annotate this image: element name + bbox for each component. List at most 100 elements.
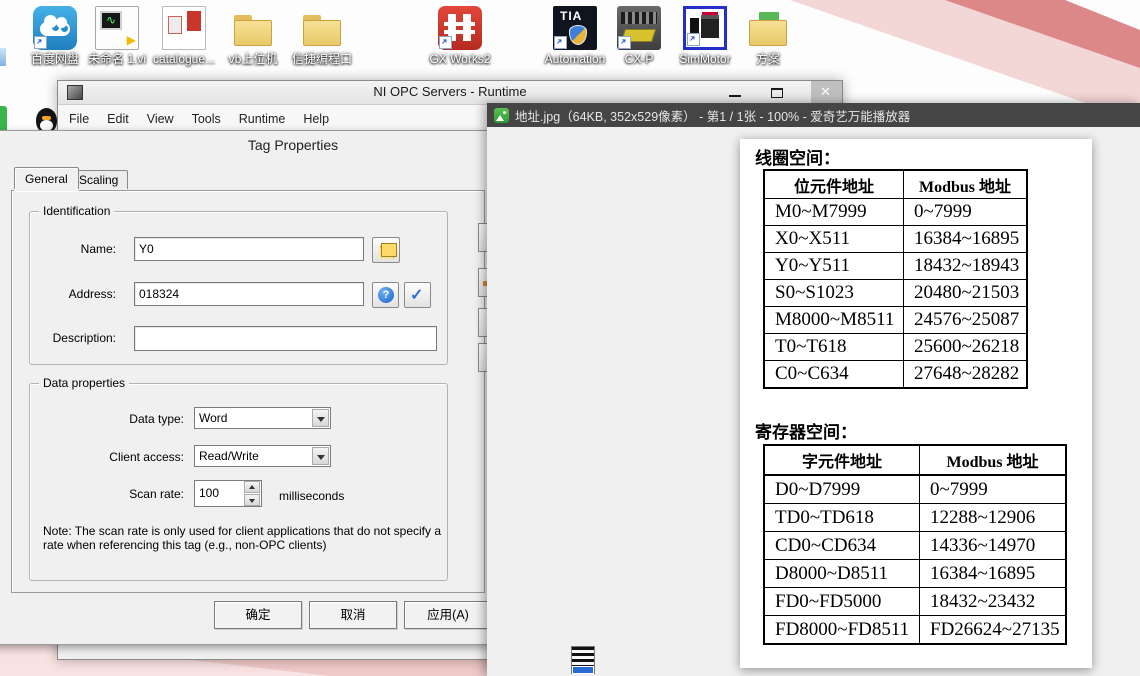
cancel-button[interactable]: 取消 — [309, 601, 397, 629]
addr-col-header: 位元件地址 — [764, 170, 904, 199]
scan-rate-label: Scan rate: — [103, 487, 184, 501]
baidu-netdisk-icon — [33, 6, 77, 50]
data-type-select[interactable]: Word — [194, 407, 331, 429]
minimize-button[interactable] — [714, 81, 756, 104]
addr-cell: C0~C634 — [764, 361, 904, 389]
description-label: Description: — [41, 331, 116, 345]
partial-desktop-icon — [0, 48, 6, 66]
addr-cell: FD0~FD5000 — [764, 588, 920, 616]
desktop-icon-label: GX Works2 — [415, 53, 505, 66]
addr-cell: CD0~CD634 — [764, 532, 920, 560]
addr-cell: T0~T618 — [764, 334, 904, 361]
address-label: Address: — [41, 287, 116, 301]
addr-cell: Y0~Y511 — [764, 253, 904, 280]
address-map-image: 线圈空间： 位元件地址Modbus 地址M0~M79990~7999X0~X51… — [740, 139, 1092, 668]
labview-vi-icon — [95, 6, 139, 50]
desktop-icon-label: 方案 — [723, 53, 813, 66]
data-type-value: Word — [199, 411, 227, 425]
table-row: Y0~Y51118432~18943 — [764, 253, 1027, 280]
shortcut-arrow-icon — [618, 36, 631, 49]
close-button[interactable] — [811, 81, 842, 104]
scan-rate-stepper[interactable]: 100 — [194, 480, 262, 507]
addr-cell: TD0~TD618 — [764, 504, 920, 532]
shortcut-arrow-icon — [687, 33, 700, 46]
addr-cell: FD26624~27135 — [920, 616, 1067, 645]
table-row: T0~T61825600~26218 — [764, 334, 1027, 361]
addr-cell: 27648~28282 — [904, 361, 1028, 389]
desktop-icon-fragment — [571, 646, 595, 674]
tia-automation-icon — [553, 6, 597, 50]
cx-p-icon — [617, 6, 661, 50]
menu-help[interactable]: Help — [294, 107, 338, 131]
desktop-icon-fangan-folder[interactable]: 方案 — [723, 6, 813, 66]
addr-cell: M8000~M8511 — [764, 307, 904, 334]
ni-opc-titlebar[interactable]: NI OPC Servers - Runtime — [58, 81, 842, 105]
partial-green-icon — [0, 106, 7, 133]
desktop-icon-gx-works2[interactable]: GX Works2 — [415, 6, 505, 66]
addr-cell: 20480~21503 — [904, 280, 1028, 307]
client-access-select[interactable]: Read/Write — [194, 445, 331, 467]
addr-cell: D8000~D8511 — [764, 560, 920, 588]
table-row: FD0~FD500018432~23432 — [764, 588, 1066, 616]
browse-tags-button[interactable] — [372, 237, 400, 263]
tag-properties-dialog: Tag Properties General Scaling Identific… — [0, 130, 492, 645]
scan-rate-unit: milliseconds — [279, 489, 399, 503]
scan-rate-value: 100 — [199, 486, 219, 500]
scan-rate-note: Note: The scan rate is only used for cli… — [43, 524, 463, 552]
desktop-icon-label: 信捷编程口 — [277, 53, 367, 66]
viewer-title: 地址.jpg（64KB, 352x529像素） - 第1 / 1张 - 100%… — [515, 106, 910, 125]
tab-general[interactable]: General — [14, 167, 79, 189]
menu-view[interactable]: View — [138, 107, 183, 131]
shortcut-arrow-icon — [554, 36, 567, 49]
vb-host-folder-icon — [231, 6, 275, 50]
client-access-label: Client access: — [83, 450, 184, 464]
addr-cell: 12288~12906 — [920, 504, 1067, 532]
ok-button[interactable]: 确定 — [214, 601, 302, 629]
spin-up-icon[interactable] — [244, 481, 260, 493]
addr-cell: 25600~26218 — [904, 334, 1028, 361]
table-header-row: 字元件地址Modbus 地址 — [764, 445, 1066, 475]
checkmark-icon: ✓ — [410, 285, 423, 305]
description-input[interactable] — [134, 326, 437, 351]
addr-cell: FD8000~FD8511 — [764, 616, 920, 645]
menu-tools[interactable]: Tools — [183, 107, 230, 131]
menu-runtime[interactable]: Runtime — [230, 107, 295, 131]
menu-file[interactable]: File — [60, 107, 98, 131]
addr-cell: 24576~25087 — [904, 307, 1028, 334]
coil-space-table: 位元件地址Modbus 地址M0~M79990~7999X0~X51116384… — [763, 169, 1028, 389]
chevron-down-icon[interactable] — [312, 409, 329, 427]
address-validate-button[interactable]: ✓ — [404, 282, 431, 308]
catalogue-icon — [162, 6, 206, 50]
table-row: M8000~M851124576~25087 — [764, 307, 1027, 334]
addr-cell: D0~D7999 — [764, 475, 920, 504]
gx-works2-icon — [438, 6, 482, 50]
notes-icon — [381, 243, 397, 257]
help-icon: ? — [378, 287, 394, 303]
shortcut-arrow-icon — [439, 36, 452, 49]
dialog-title: Tag Properties — [143, 137, 443, 153]
addr-cell: 16384~16895 — [920, 560, 1067, 588]
table-row: X0~X51116384~16895 — [764, 226, 1027, 253]
name-input[interactable] — [134, 237, 364, 261]
menu-edit[interactable]: Edit — [98, 107, 138, 131]
table-row: D0~D79990~7999 — [764, 475, 1066, 504]
desktop-icon-xinje-port-folder[interactable]: 信捷编程口 — [277, 6, 367, 66]
register-space-table: 字元件地址Modbus 地址D0~D79990~7999TD0~TD618122… — [763, 444, 1067, 645]
table-row: FD8000~FD8511FD26624~27135 — [764, 616, 1066, 645]
spin-down-icon[interactable] — [244, 494, 260, 506]
addr-col-header: Modbus 地址 — [920, 445, 1067, 475]
apply-button[interactable]: 应用(A) — [404, 601, 492, 629]
image-file-icon — [494, 108, 509, 123]
chevron-down-icon[interactable] — [312, 447, 329, 465]
maximize-button[interactable] — [756, 81, 798, 104]
simmotor-icon — [683, 6, 727, 50]
fangan-folder-icon — [746, 6, 790, 50]
table-row: CD0~CD63414336~14970 — [764, 532, 1066, 560]
shortcut-arrow-icon — [34, 36, 47, 49]
image-viewer-window: 地址.jpg（64KB, 352x529像素） - 第1 / 1张 - 100%… — [487, 103, 1140, 676]
address-help-button[interactable]: ? — [372, 282, 399, 308]
table-row: M0~M79990~7999 — [764, 199, 1027, 226]
viewer-titlebar[interactable]: 地址.jpg（64KB, 352x529像素） - 第1 / 1张 - 100%… — [487, 103, 1140, 127]
address-input[interactable] — [134, 282, 364, 306]
addr-cell: 16384~16895 — [904, 226, 1028, 253]
